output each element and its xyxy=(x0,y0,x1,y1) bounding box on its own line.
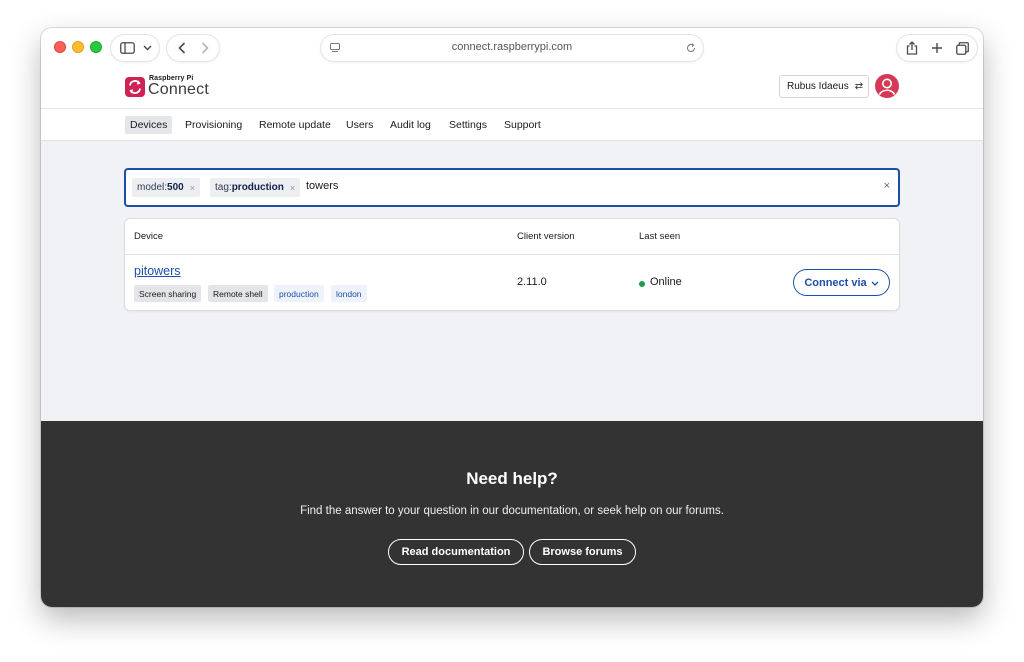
main-content: model: 500 × tag: production × towers × De… xyxy=(41,141,983,421)
sidebar-toggle-group xyxy=(111,35,159,61)
help-text: Find the answer to your question in our … xyxy=(300,505,724,517)
capability-badge: Screen sharing xyxy=(134,285,202,302)
status-dot-icon xyxy=(639,281,645,287)
chevron-down-icon[interactable] xyxy=(138,35,156,61)
tabs-overview-icon[interactable] xyxy=(950,35,974,61)
filter-value: production xyxy=(231,182,284,193)
capability-badge: Remote shell xyxy=(208,285,268,302)
minimize-window-button[interactable] xyxy=(72,41,84,53)
new-tab-icon[interactable] xyxy=(925,35,949,61)
logo-product-name[interactable]: Connect xyxy=(148,81,209,99)
avatar[interactable] xyxy=(875,74,899,98)
sidebar-icon[interactable] xyxy=(115,35,139,61)
forward-icon[interactable] xyxy=(194,35,216,61)
nav-item-users[interactable]: Users xyxy=(341,116,378,134)
clear-search-icon[interactable]: × xyxy=(884,180,890,192)
filter-key: model: xyxy=(137,182,168,193)
device-link[interactable]: pitowers xyxy=(134,264,181,278)
share-icon[interactable] xyxy=(900,35,924,61)
nav-item-provisioning[interactable]: Provisioning xyxy=(180,116,247,134)
close-window-button[interactable] xyxy=(54,41,66,53)
app-header: Raspberry Pi Connect Rubus Idaeus ⇄ xyxy=(41,68,983,108)
column-header-device: Device xyxy=(134,231,164,242)
connect-via-label: Connect via xyxy=(804,276,867,289)
filter-chip-tag[interactable]: tag: production × xyxy=(210,178,301,197)
browser-toolbar: connect.raspberrypi.com xyxy=(41,28,983,68)
nav-item-settings[interactable]: Settings xyxy=(444,116,492,134)
status-text: Online xyxy=(650,276,682,288)
swap-icon: ⇄ xyxy=(854,81,864,92)
client-version-value: 2.11.0 xyxy=(517,276,547,288)
history-nav-group xyxy=(167,35,219,61)
window-actions-group xyxy=(897,35,977,61)
raspberry-pi-logo-icon[interactable] xyxy=(125,77,145,97)
connect-via-button[interactable]: Connect via xyxy=(793,269,890,296)
browser-window: connect.raspberrypi.com Raspberry Pi Con… xyxy=(41,28,983,607)
zoom-window-button[interactable] xyxy=(90,41,102,53)
read-documentation-button[interactable]: Read documentation xyxy=(388,539,524,565)
column-header-client-version: Client version xyxy=(517,231,575,242)
remove-filter-icon[interactable]: × xyxy=(190,183,195,193)
devices-table: Device Client version Last seen pitowers… xyxy=(124,218,900,311)
chevron-down-icon xyxy=(871,278,879,288)
help-footer: Need help? Find the answer to your quest… xyxy=(41,421,983,607)
search-query[interactable]: towers xyxy=(306,180,338,192)
filter-value: 500 xyxy=(167,182,184,193)
table-header: Device Client version Last seen xyxy=(125,219,899,255)
device-search-field[interactable]: model: 500 × tag: production × towers × xyxy=(124,168,900,207)
browse-forums-button[interactable]: Browse forums xyxy=(529,539,636,565)
address-bar[interactable]: connect.raspberrypi.com xyxy=(321,35,703,61)
account-name: Rubus Idaeus xyxy=(787,81,849,92)
url-text: connect.raspberrypi.com xyxy=(451,41,573,53)
nav-item-support[interactable]: Support xyxy=(499,116,546,134)
column-header-last-seen: Last seen xyxy=(639,231,681,242)
back-icon[interactable] xyxy=(171,35,193,61)
nav-item-devices[interactable]: Devices xyxy=(125,116,173,134)
device-tag[interactable]: london xyxy=(331,285,367,302)
reload-icon[interactable] xyxy=(684,35,698,61)
filter-chip-model[interactable]: model: 500 × xyxy=(132,178,200,197)
remove-filter-icon[interactable]: × xyxy=(290,183,295,193)
help-title: Need help? xyxy=(466,469,558,488)
nav-item-audit-log[interactable]: Audit log xyxy=(385,116,436,134)
main-nav: Devices Provisioning Remote update Users… xyxy=(41,108,983,141)
nav-item-remote-update[interactable]: Remote update xyxy=(254,116,336,134)
device-tag[interactable]: production xyxy=(274,285,324,302)
filter-key: tag: xyxy=(215,182,232,193)
account-switcher-button[interactable]: Rubus Idaeus ⇄ xyxy=(779,75,869,98)
